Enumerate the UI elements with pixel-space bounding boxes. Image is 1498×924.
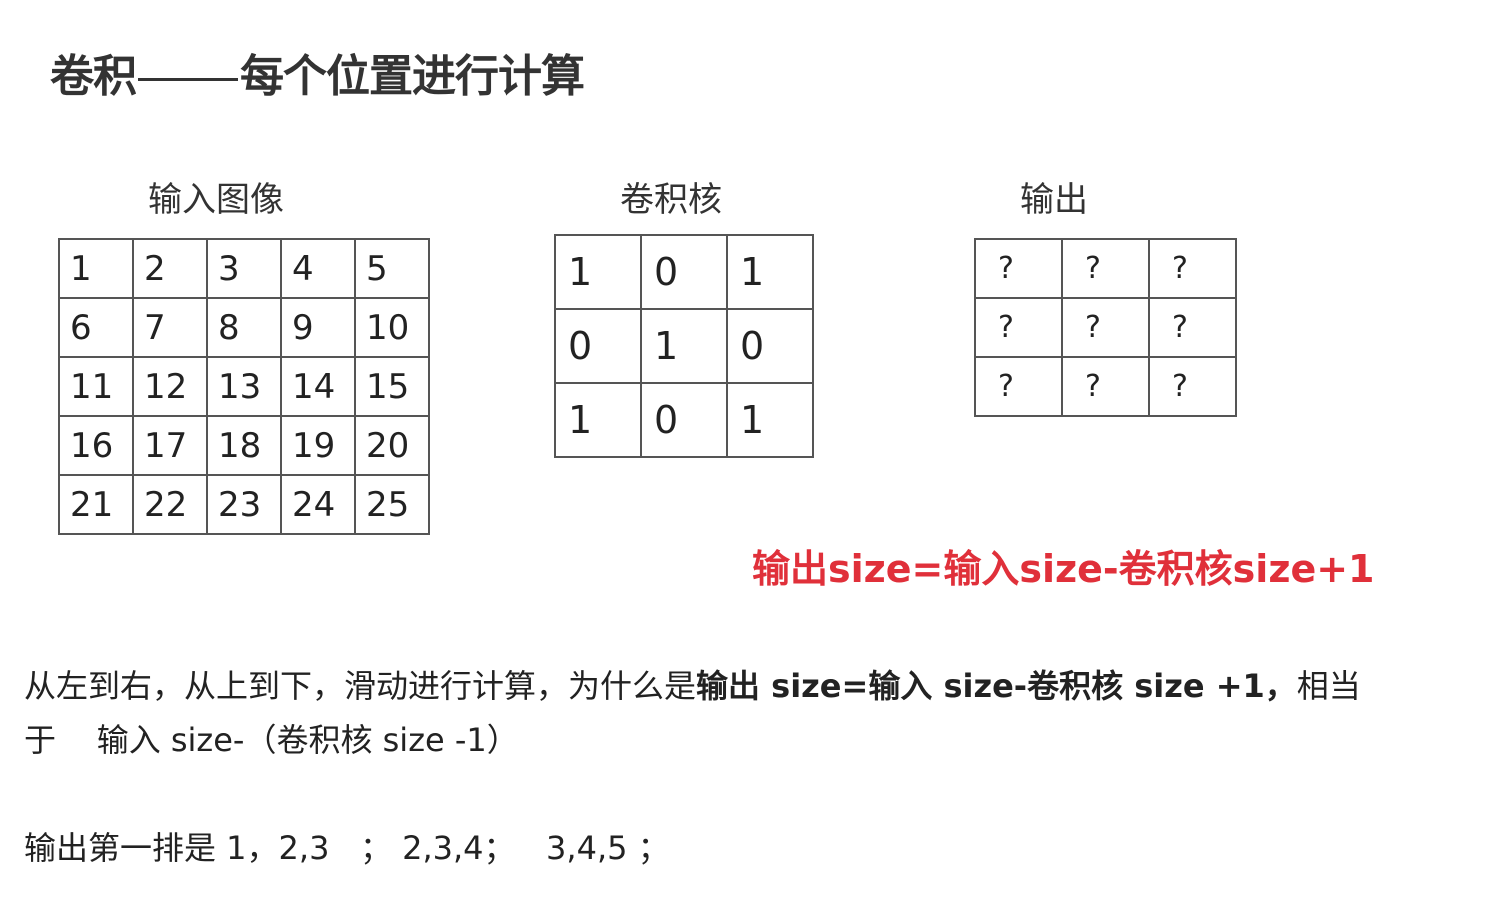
output-cell: ? bbox=[974, 238, 1063, 299]
kernel-grid: 101010101 bbox=[554, 234, 814, 458]
output-row: ??? bbox=[974, 297, 1237, 358]
input-image-cell: 16 bbox=[58, 415, 134, 476]
output-cell: ? bbox=[1148, 238, 1237, 299]
kernel-cell: 0 bbox=[554, 308, 642, 384]
input-image-cell: 21 bbox=[58, 474, 134, 535]
input-image-cell: 18 bbox=[206, 415, 282, 476]
input-image-cell: 7 bbox=[132, 297, 208, 358]
input-image-cell: 19 bbox=[280, 415, 356, 476]
output-row: ??? bbox=[974, 238, 1237, 299]
input-image-row: 16 17 18 19 20 bbox=[58, 415, 430, 476]
input-image-cell: 17 bbox=[132, 415, 208, 476]
title-right: 每个位置进行计算 bbox=[240, 51, 585, 102]
explanation-text-1: 从左到右，从上到下，滑动进行计算，为什么是 bbox=[24, 667, 697, 705]
kernel-cell: 1 bbox=[554, 382, 642, 458]
output-row: ??? bbox=[974, 356, 1237, 417]
input-image-cell: 10 bbox=[354, 297, 430, 358]
first-row-description: 输出第一排是 1，2,3 ； 2,3,4； 3,4,5 ； bbox=[24, 829, 670, 867]
input-image-label: 输入图像 bbox=[148, 180, 284, 220]
explanation-line-1: 从左到右，从上到下，滑动进行计算，为什么是输出 size=输入 size-卷积核… bbox=[24, 664, 1361, 708]
input-image-row: 21 22 23 24 25 bbox=[58, 474, 430, 535]
output-grid: ????????? bbox=[974, 238, 1237, 417]
page-title: 卷积 每个位置进行计算 bbox=[50, 40, 585, 104]
output-cell: ? bbox=[1061, 356, 1150, 417]
input-image-cell: 2 bbox=[132, 238, 208, 299]
output-cell: ? bbox=[1148, 297, 1237, 358]
kernel-label: 卷积核 bbox=[620, 180, 722, 220]
input-image-cell: 11 bbox=[58, 356, 134, 417]
kernel-cell: 0 bbox=[640, 234, 728, 310]
explanation-text-2: 相当 bbox=[1296, 667, 1361, 705]
input-image-cell: 14 bbox=[280, 356, 356, 417]
input-image-row: 12345 bbox=[58, 238, 430, 299]
input-image-cell: 25 bbox=[354, 474, 430, 535]
output-cell: ? bbox=[1061, 297, 1150, 358]
input-image-cell: 5 bbox=[354, 238, 430, 299]
input-image-cell: 1 bbox=[58, 238, 134, 299]
input-image-cell: 8 bbox=[206, 297, 282, 358]
input-image-cell: 13 bbox=[206, 356, 282, 417]
explanation-line-2: 于 输入 size-（卷积核 size -1） bbox=[24, 721, 519, 759]
input-image-grid: 1 2 3 4 5 6 7 8 9 10 11 12 13 14 15 16 17 18 19 20 21 22 23 24 2… bbox=[58, 238, 430, 535]
input-image-row: 6 7 8 9 10 bbox=[58, 297, 430, 358]
kernel-cell: 1 bbox=[554, 234, 642, 310]
kernel-cell: 1 bbox=[726, 382, 814, 458]
input-image-cell: 20 bbox=[354, 415, 430, 476]
kernel-cell: 0 bbox=[640, 382, 728, 458]
output-label: 输出 bbox=[1020, 180, 1088, 220]
input-image-cell: 3 bbox=[206, 238, 282, 299]
title-left: 卷积 bbox=[50, 51, 137, 102]
output-cell: ? bbox=[1061, 238, 1150, 299]
input-image-cell: 12 bbox=[132, 356, 208, 417]
kernel-row: 101 bbox=[554, 234, 814, 310]
output-cell: ? bbox=[1148, 356, 1237, 417]
output-cell: ? bbox=[974, 356, 1063, 417]
kernel-cell: 1 bbox=[640, 308, 728, 384]
explanation-bold-formula: 输出 size=输入 size-卷积核 size +1， bbox=[696, 667, 1297, 705]
input-image-cell: 15 bbox=[354, 356, 430, 417]
title-dash bbox=[138, 77, 238, 81]
kernel-cell: 0 bbox=[726, 308, 814, 384]
input-image-cell: 23 bbox=[206, 474, 282, 535]
kernel-row: 101 bbox=[554, 382, 814, 458]
input-image-cell: 4 bbox=[280, 238, 356, 299]
input-image-cell: 6 bbox=[58, 297, 134, 358]
output-cell: ? bbox=[974, 297, 1063, 358]
input-image-cell: 9 bbox=[280, 297, 356, 358]
input-image-cell: 24 bbox=[280, 474, 356, 535]
kernel-row: 010 bbox=[554, 308, 814, 384]
input-image-row: 11 12 13 14 15 bbox=[58, 356, 430, 417]
input-image-cell: 22 bbox=[132, 474, 208, 535]
kernel-cell: 1 bbox=[726, 234, 814, 310]
output-size-formula: 输出size=输入size-卷积核size+1 bbox=[752, 547, 1375, 591]
